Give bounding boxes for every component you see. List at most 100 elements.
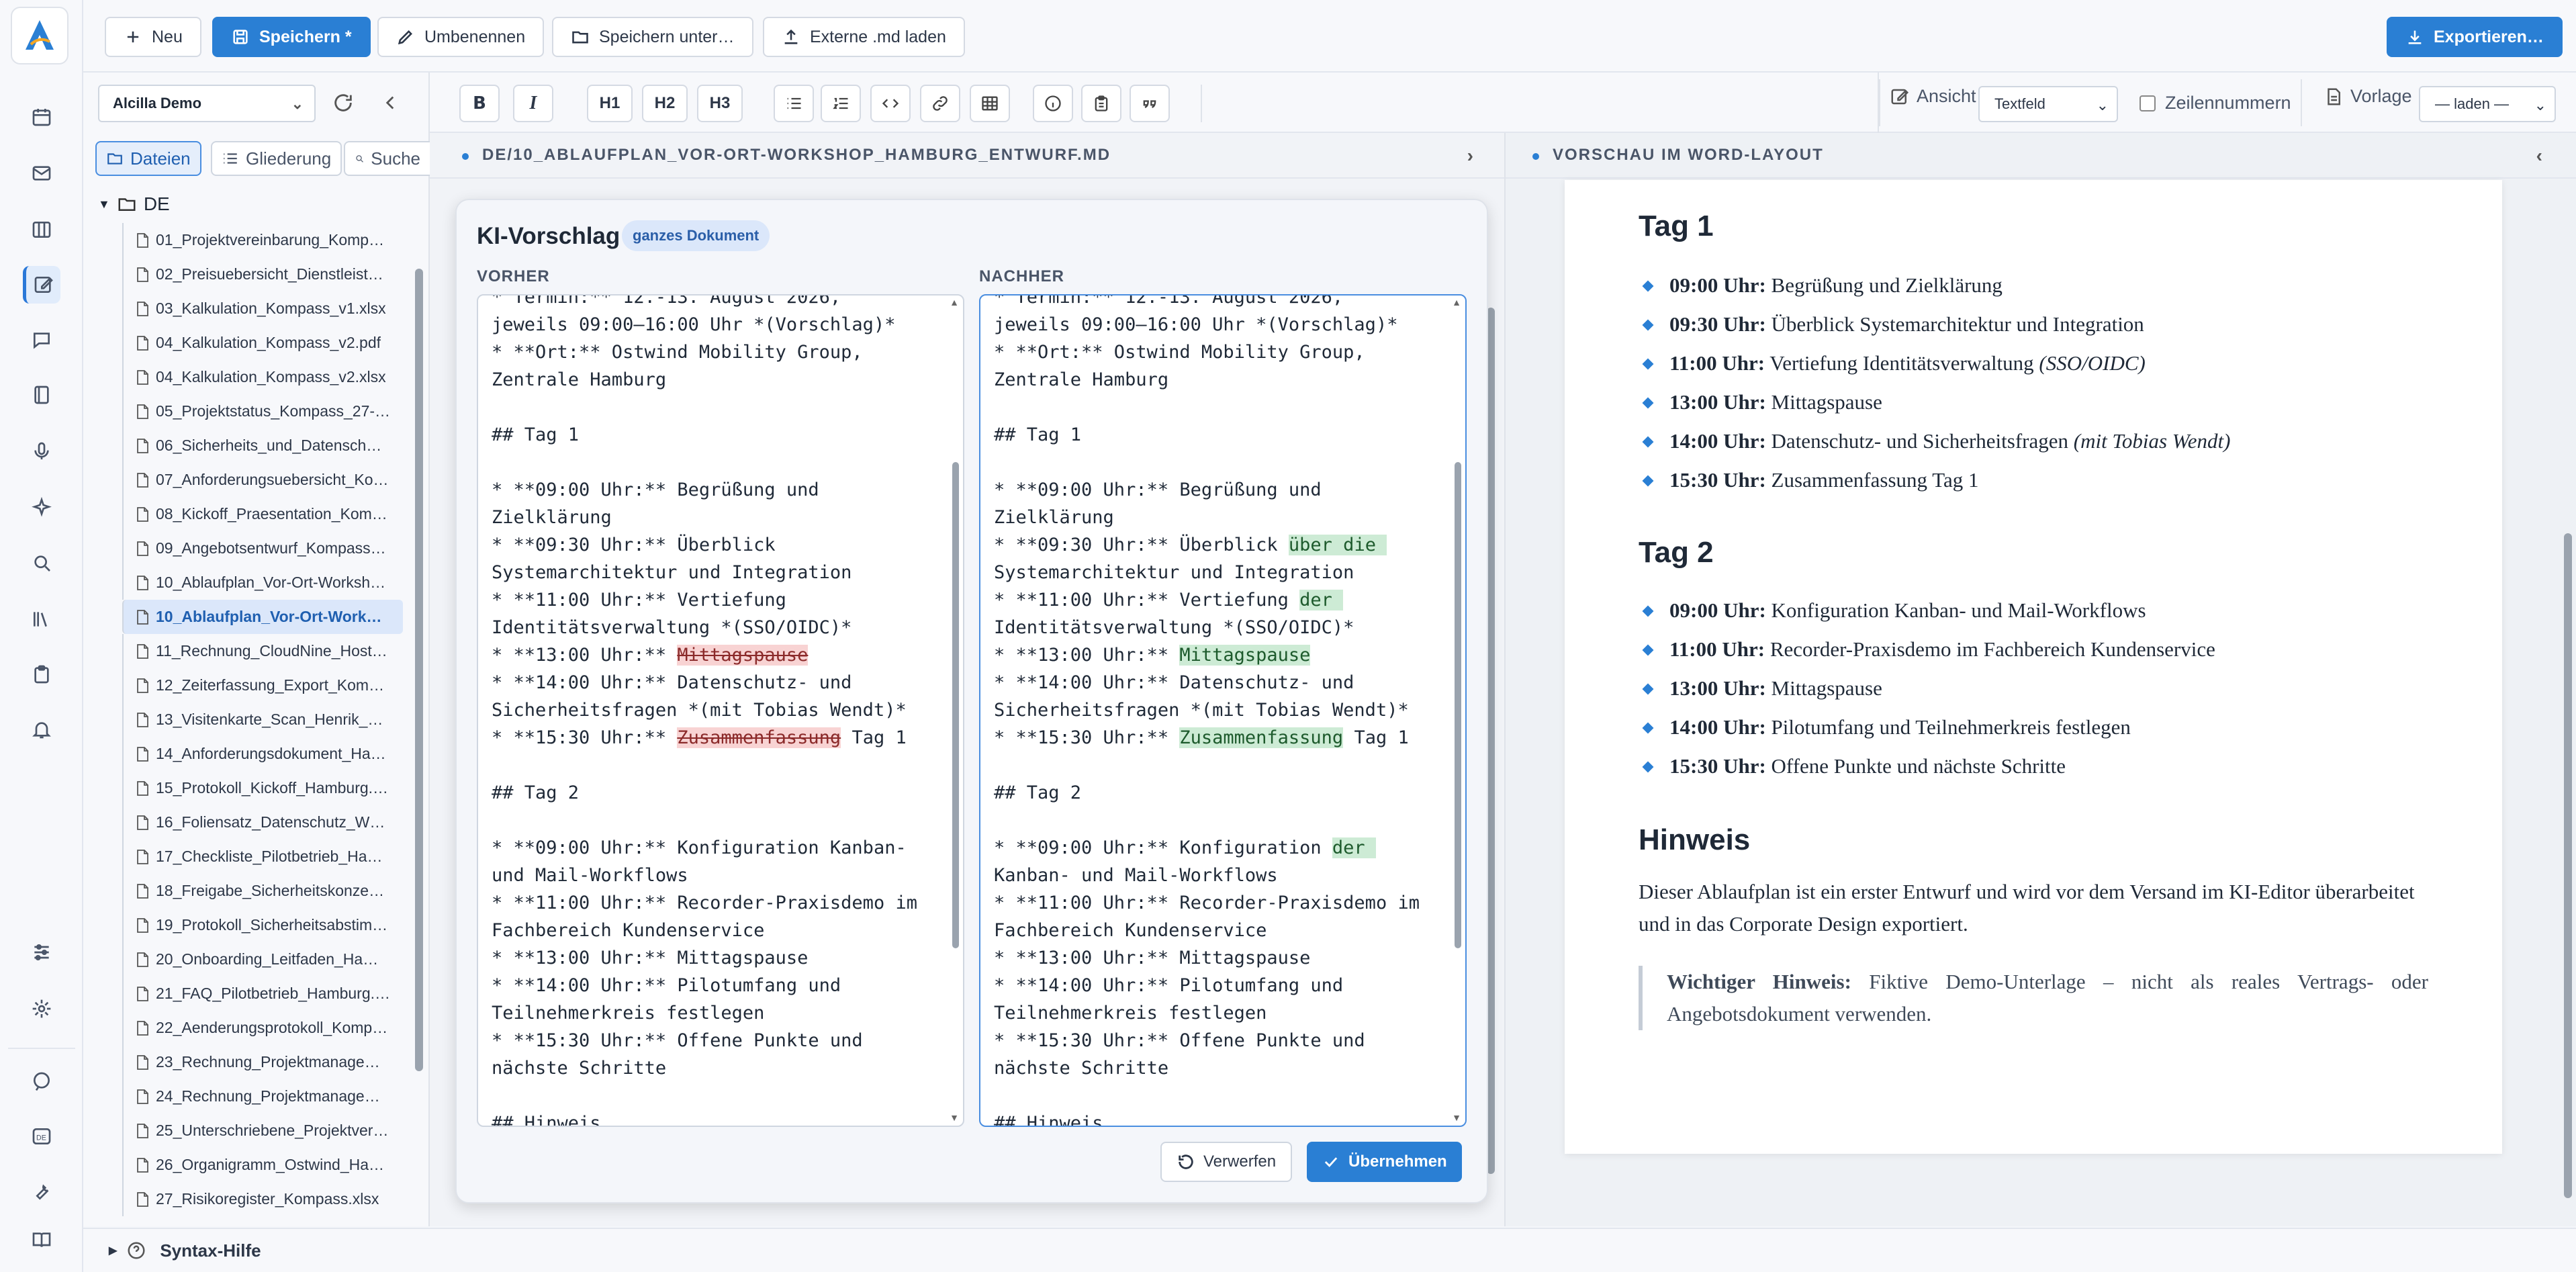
- search-icon[interactable]: [23, 544, 60, 582]
- file-item[interactable]: 03_Kalkulation_Kompass_v1.xlsx: [122, 291, 403, 326]
- file-item[interactable]: 05_Projektstatus_Kompass_27-…: [122, 394, 403, 428]
- scroll-up-icon[interactable]: ▲: [1452, 297, 1461, 308]
- editor-icon[interactable]: [23, 266, 60, 304]
- kanban-icon[interactable]: [23, 211, 60, 248]
- clipboard-paste-icon[interactable]: [1081, 85, 1121, 122]
- file-item[interactable]: 08_Kickoff_Praesentation_Kom…: [122, 497, 403, 531]
- before-textarea[interactable]: * Termin:** 12.-13. August 2026, jeweils …: [477, 294, 964, 1127]
- file-item[interactable]: 10_Ablaufplan_Vor-Ort-Worksh…: [122, 565, 403, 600]
- file-item[interactable]: 07_Anforderungsuebersicht_Ko…: [122, 463, 403, 497]
- app-logo-icon[interactable]: [11, 7, 68, 64]
- tools-icon[interactable]: [23, 1173, 60, 1210]
- rename-button[interactable]: Umbenennen: [377, 17, 545, 57]
- before-scrollbar[interactable]: [952, 462, 959, 948]
- italic-button[interactable]: I: [513, 85, 553, 122]
- file-item[interactable]: 26_Organigramm_Ostwind_Ha…: [122, 1148, 403, 1182]
- quote-icon[interactable]: [1130, 85, 1170, 122]
- microphone-icon[interactable]: [23, 433, 60, 470]
- file-icon: [137, 575, 148, 590]
- new-button[interactable]: Neu: [105, 17, 201, 57]
- numbered-list-icon[interactable]: [821, 85, 861, 122]
- bell-icon[interactable]: [23, 711, 60, 748]
- discard-button[interactable]: Verwerfen: [1160, 1142, 1293, 1182]
- sparkle-icon[interactable]: [23, 489, 60, 527]
- sliders-icon[interactable]: [23, 934, 60, 971]
- scroll-down-icon[interactable]: ▼: [1452, 1112, 1461, 1123]
- bullet-list-icon[interactable]: [774, 85, 814, 122]
- scroll-down-icon[interactable]: ▼: [950, 1112, 959, 1123]
- syntax-help-toggle[interactable]: ▶ Syntax-Hilfe: [83, 1228, 2576, 1272]
- file-item[interactable]: 18_Freigabe_Sicherheitskonze…: [122, 874, 403, 908]
- file-item[interactable]: 16_Foliensatz_Datenschutz_W…: [122, 805, 403, 839]
- tab-search[interactable]: Suche: [344, 141, 430, 176]
- support-chat-icon[interactable]: [23, 1062, 60, 1100]
- tab-outline[interactable]: Gliederung: [211, 141, 342, 176]
- file-item[interactable]: 04_Kalkulation_Kompass_v2.xlsx: [122, 360, 403, 394]
- export-button[interactable]: Exportieren…: [2387, 17, 2563, 57]
- h3-button[interactable]: H3: [697, 85, 743, 122]
- load-external-md-button[interactable]: Externe .md laden: [763, 17, 965, 57]
- file-item[interactable]: 21_FAQ_Pilotbetrieb_Hamburg.…: [122, 976, 403, 1011]
- chevron-right-icon[interactable]: ›: [1467, 145, 1475, 167]
- file-item[interactable]: 13_Visitenkarte_Scan_Henrik_…: [122, 702, 403, 737]
- file-item[interactable]: 17_Checkliste_Pilotbetrieb_Ha…: [122, 839, 403, 874]
- h1-button[interactable]: H1: [587, 85, 633, 122]
- diff-line: * **15:30 Uhr:** Zusammenfassung Tag 1: [492, 724, 935, 752]
- accept-button[interactable]: Übernehmen: [1307, 1142, 1462, 1182]
- file-item[interactable]: 09_Angebotsentwurf_Kompass…: [122, 531, 403, 565]
- docs-book-icon[interactable]: [23, 1221, 60, 1259]
- diff-line: * **09:00 Uhr:** Begrüßung und: [994, 476, 1437, 504]
- bold-button[interactable]: B: [459, 85, 500, 122]
- project-select[interactable]: Alcilla Demo ⌄: [98, 85, 316, 122]
- link-icon[interactable]: [920, 85, 960, 122]
- file-item[interactable]: 27_Risikoregister_Kompass.xlsx: [122, 1182, 403, 1216]
- file-item[interactable]: 11_Rechnung_CloudNine_Host…: [122, 634, 403, 668]
- line-numbers-checkbox[interactable]: [2140, 95, 2156, 111]
- chat-icon[interactable]: [23, 321, 60, 359]
- diff-text: Tag 1: [1343, 727, 1409, 748]
- diff-line: Fachbereich Kundenservice: [492, 917, 935, 944]
- diff-text: * **09:30 Uhr:** Überblick: [492, 535, 776, 555]
- file-item[interactable]: 12_Zeiterfassung_Export_Kom…: [122, 668, 403, 702]
- h2-button[interactable]: H2: [642, 85, 688, 122]
- file-item[interactable]: 24_Rechnung_Projektmanage…: [122, 1079, 403, 1114]
- library-icon[interactable]: [23, 600, 60, 638]
- settings-icon[interactable]: [23, 990, 60, 1028]
- file-item[interactable]: 20_Onboarding_Leitfaden_Ha…: [122, 942, 403, 976]
- refresh-icon[interactable]: [332, 91, 356, 116]
- calendar-icon[interactable]: [23, 98, 60, 136]
- table-icon[interactable]: [970, 85, 1010, 122]
- file-item[interactable]: 25_Unterschriebene_Projektver…: [122, 1114, 403, 1148]
- file-item[interactable]: 10_Ablaufplan_Vor-Ort-Work…: [122, 600, 403, 634]
- template-select[interactable]: — laden — ⌄: [2419, 86, 2556, 122]
- file-item[interactable]: 01_Projektvereinbarung_Komp…: [122, 223, 403, 257]
- mail-icon[interactable]: [23, 154, 60, 192]
- clipboard-icon[interactable]: [23, 655, 60, 693]
- file-item[interactable]: 02_Preisuebersicht_Dienstleist…: [122, 257, 403, 291]
- scroll-up-icon[interactable]: ▲: [950, 297, 959, 308]
- file-item[interactable]: 04_Kalkulation_Kompass_v2.pdf: [122, 326, 403, 360]
- code-icon[interactable]: [870, 85, 911, 122]
- save-as-button[interactable]: Speichern unter…: [552, 17, 753, 57]
- folder-de[interactable]: ▼ DE: [98, 193, 170, 215]
- info-icon[interactable]: [1033, 85, 1073, 122]
- line-numbers-toggle[interactable]: Zeilennummern: [2140, 93, 2291, 113]
- file-item[interactable]: 15_Protokoll_Kickoff_Hamburg.…: [122, 771, 403, 805]
- after-textarea[interactable]: * Termin:** 12.-13. August 2026, jeweils …: [979, 294, 1467, 1127]
- file-item[interactable]: 14_Anforderungsdokument_Ha…: [122, 737, 403, 771]
- file-item[interactable]: 23_Rechnung_Projektmanage…: [122, 1045, 403, 1079]
- tab-files[interactable]: Dateien: [95, 141, 201, 176]
- save-button[interactable]: Speichern *: [212, 17, 371, 57]
- sidebar-scrollbar[interactable]: [415, 269, 423, 1071]
- collapse-sidebar-icon[interactable]: [379, 91, 403, 116]
- file-icon: [137, 301, 148, 316]
- chevron-left-icon[interactable]: ‹: [2536, 145, 2544, 167]
- file-item[interactable]: 19_Protokoll_Sicherheitsabstim…: [122, 908, 403, 942]
- file-item[interactable]: 06_Sicherheits_und_Datensch…: [122, 428, 403, 463]
- preview-scrollbar[interactable]: [2564, 533, 2572, 1198]
- book-icon[interactable]: [23, 376, 60, 414]
- after-scrollbar[interactable]: [1455, 462, 1461, 948]
- view-select[interactable]: Textfeld ⌄: [1978, 86, 2118, 122]
- language-de-icon[interactable]: DE: [23, 1118, 60, 1155]
- file-item[interactable]: 22_Aenderungsprotokoll_Komp…: [122, 1011, 403, 1045]
